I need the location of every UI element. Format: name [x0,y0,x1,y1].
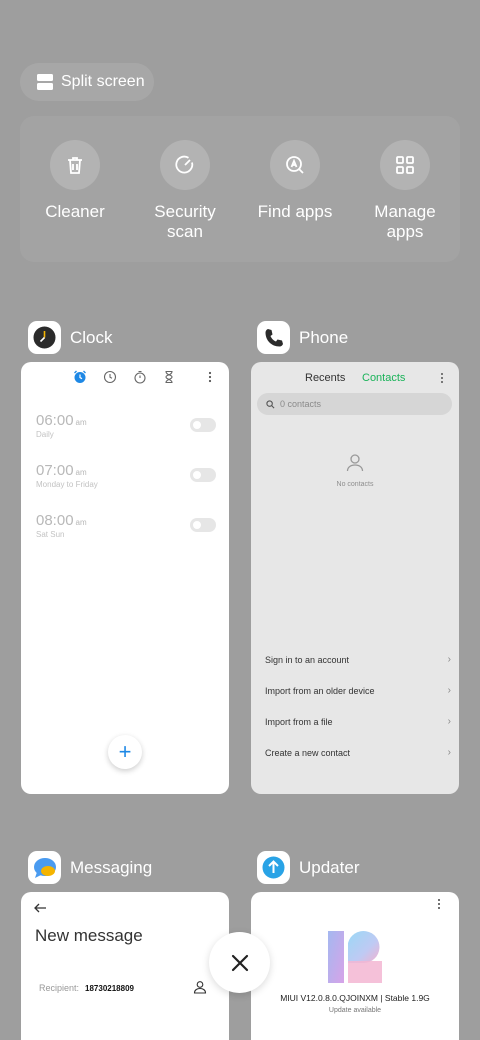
chevron-right-icon: › [447,747,451,758]
quick-tools-panel: Cleaner Security scan Find apps Manage app… [20,116,460,262]
phone-app-header[interactable]: Phone [257,321,348,354]
alarm-repeat: Daily [36,430,54,439]
contacts-search-input[interactable]: 0 contacts [257,393,452,415]
split-screen-label: Split screen [61,73,145,90]
phone-app-card[interactable]: Recents Contacts 0 contacts No contacts … [251,362,459,794]
new-message-title: New message [35,926,143,945]
messaging-app-icon [28,851,61,884]
manage-apps-icon [396,156,414,174]
messaging-app-name: Messaging [70,857,153,877]
alarm-toggle[interactable] [190,468,216,482]
updater-app-card[interactable]: MIUI V12.0.8.0.QJOINXM | Stable 1.9G Upd… [251,892,459,1040]
stopwatch-tab-icon[interactable] [133,370,147,384]
search-icon [266,399,275,408]
security-scan-button[interactable]: Security scan [130,140,240,242]
clock-app-header[interactable]: Clock [28,321,113,354]
alarm-item[interactable]: 06:00 am Daily [36,412,216,452]
chevron-right-icon: › [447,716,451,727]
trash-icon [68,157,82,174]
miui-version-text: MIUI V12.0.8.0.QJOINXM | Stable 1.9G [280,993,430,1003]
find-apps-icon [286,156,304,174]
cleaner-button[interactable]: Cleaner [20,140,130,222]
sign-in-account-row[interactable]: Sign in to an account › [265,654,451,665]
back-arrow-icon[interactable] [33,901,47,915]
alarm-toggle[interactable] [190,418,216,432]
contact-picker-icon[interactable] [193,980,207,994]
cleaner-label: Cleaner [45,202,105,221]
clock-more-icon[interactable] [203,370,217,384]
update-available-text: Update available [328,1007,382,1014]
clock-app-name: Clock [70,327,113,347]
import-older-device-row[interactable]: Import from an older device › [265,685,451,696]
alarm-item[interactable]: 08:00 am Sat Sun [36,512,216,552]
phone-app-icon [257,321,290,354]
split-screen-icon [37,74,53,90]
add-alarm-button[interactable]: + [108,735,142,769]
tab-recents[interactable]: Recents [305,372,345,384]
recipient-value: 18730218809 [85,984,134,993]
timer-tab-icon[interactable] [162,370,176,384]
alarm-item[interactable]: 07:00 am Monday to Friday [36,462,216,502]
phone-more-icon[interactable] [436,372,448,384]
tab-contacts[interactable]: Contacts [362,372,405,384]
security-scan-icon [175,155,194,174]
find-apps-button[interactable]: Find apps [240,140,350,222]
updater-app-name: Updater [299,857,360,877]
manage-apps-label: Manage apps [374,202,436,241]
alarm-repeat: Sat Sun [36,530,65,539]
messaging-app-card[interactable]: New message Recipient: 18730218809 [21,892,229,1040]
create-contact-row[interactable]: Create a new contact › [265,747,451,758]
messaging-app-header[interactable]: Messaging [28,851,152,884]
recipient-field[interactable]: Recipient: 18730218809 [39,983,134,993]
close-icon [231,954,248,971]
import-file-row[interactable]: Import from a file › [265,716,451,727]
no-contacts-placeholder: No contacts [251,452,459,488]
alarm-ampm: am [75,468,87,477]
manage-apps-button[interactable]: Manage apps [350,140,460,242]
clock-tab-bar [21,370,229,386]
alarm-repeat: Monday to Friday [36,480,98,489]
alarm-tab-icon[interactable] [73,370,87,384]
updater-more-icon[interactable] [433,898,445,910]
clock-app-icon [28,321,61,354]
world-clock-tab-icon[interactable] [103,370,117,384]
updater-app-icon [257,851,290,884]
miui-12-logo [328,931,382,983]
alarm-ampm: am [75,518,87,527]
alarm-time: 06:00 [36,412,74,429]
split-screen-button[interactable]: Split screen [20,63,154,101]
clock-app-card[interactable]: 06:00 am Daily 07:00 am Monday to Friday 0… [21,362,229,794]
phone-app-name: Phone [299,327,349,347]
chevron-right-icon: › [447,685,451,696]
no-contacts-label: No contacts [336,481,374,488]
alarm-toggle[interactable] [190,518,216,532]
find-apps-label: Find apps [257,202,333,221]
alarm-ampm: am [75,418,87,427]
alarm-time: 08:00 [36,512,74,529]
clear-all-button[interactable] [209,932,270,993]
updater-app-header[interactable]: Updater [257,851,359,884]
security-scan-label: Security scan [154,202,216,241]
recipient-label: Recipient: [39,983,80,993]
alarm-time: 07:00 [36,462,74,479]
search-placeholder: 0 contacts [280,399,322,409]
person-icon [346,454,364,472]
chevron-right-icon: › [447,654,451,665]
